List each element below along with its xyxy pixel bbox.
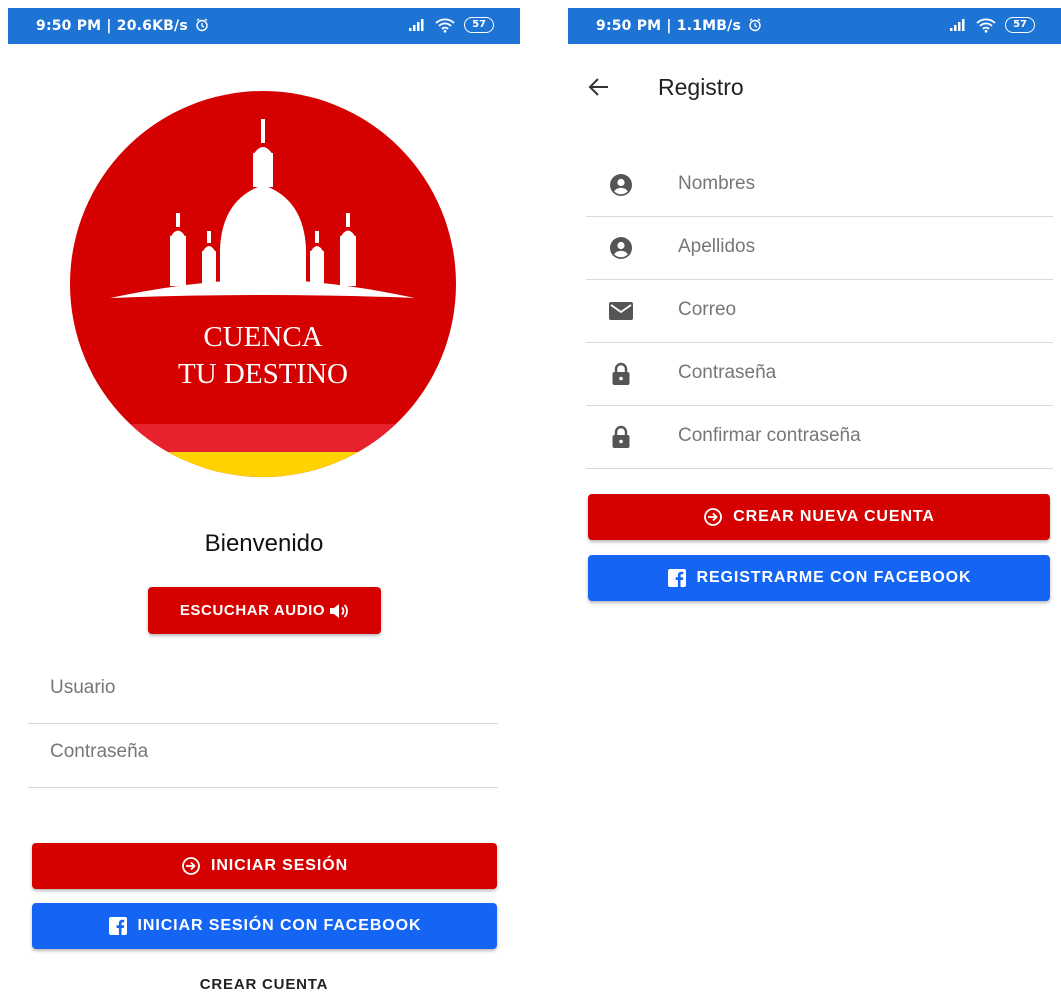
welcome-heading: Bienvenido — [204, 530, 324, 557]
facebook-icon — [667, 569, 686, 587]
register-screen: 9:50 PM | 1.1MB/s 57 Registro Nombres Ap… — [568, 0, 1061, 994]
speaker-icon — [330, 603, 349, 618]
password-field[interactable]: Contraseña — [586, 342, 1053, 406]
alarm-icon — [749, 18, 761, 32]
login-icon — [704, 508, 723, 526]
facebook-register-button[interactable]: REGISTRARME CON FACEBOOK — [588, 555, 1050, 601]
password-field[interactable]: Contraseña — [28, 723, 498, 788]
facebook-login-button[interactable]: INICIAR SESIÓN CON FACEBOOK — [32, 903, 497, 949]
signal-icon — [950, 19, 965, 31]
lock-icon — [608, 424, 634, 450]
login-button-label: INICIAR SESIÓN — [210, 857, 349, 874]
lock-icon — [608, 361, 634, 387]
status-time: 9:50 PM | 20.6KB/s — [36, 18, 209, 34]
cuenca-logo: CUENCA TU DESTINO — [70, 91, 456, 477]
back-arrow-icon[interactable] — [588, 76, 610, 98]
create-account-link[interactable]: CREAR CUENTA — [8, 976, 520, 993]
audio-button-label: ESCUCHAR AUDIO — [179, 602, 326, 619]
email-placeholder: Correo — [678, 299, 737, 320]
wifi-icon — [435, 18, 455, 33]
first-name-placeholder: Nombres — [678, 173, 756, 194]
login-screen: 9:50 PM | 20.6KB/s 57 CUENCA TU DESTINO … — [8, 0, 520, 994]
last-name-placeholder: Apellidos — [678, 236, 756, 257]
listen-audio-button[interactable]: ESCUCHAR AUDIO — [148, 587, 381, 634]
facebook-icon — [108, 917, 127, 935]
mail-icon — [608, 298, 634, 324]
first-name-field[interactable]: Nombres — [586, 153, 1053, 217]
username-placeholder: Usuario — [50, 677, 116, 698]
battery-indicator: 57 — [464, 17, 494, 33]
wifi-icon — [976, 18, 996, 33]
create-account-label: CREAR NUEVA CUENTA — [733, 508, 935, 525]
facebook-register-label: REGISTRARME CON FACEBOOK — [696, 569, 972, 586]
status-time: 9:50 PM | 1.1MB/s — [596, 18, 762, 34]
login-icon — [182, 857, 200, 875]
username-field[interactable]: Usuario — [28, 659, 498, 724]
logo-text-line2: TU DESTINO — [178, 358, 348, 390]
facebook-login-label: INICIAR SESIÓN CON FACEBOOK — [137, 917, 422, 934]
confirm-password-field[interactable]: Confirmar contraseña — [586, 405, 1053, 469]
battery-indicator: 57 — [1005, 17, 1035, 33]
page-title: Registro — [658, 74, 744, 100]
login-button[interactable]: INICIAR SESIÓN — [32, 843, 497, 889]
account-circle-icon — [608, 172, 634, 198]
confirm-password-placeholder: Confirmar contraseña — [678, 425, 861, 446]
status-bar: 9:50 PM | 20.6KB/s 57 — [8, 8, 520, 44]
password-placeholder: Contraseña — [50, 741, 149, 762]
account-circle-icon — [608, 235, 634, 261]
status-bar: 9:50 PM | 1.1MB/s 57 — [568, 8, 1061, 44]
create-account-button[interactable]: CREAR NUEVA CUENTA — [588, 494, 1050, 540]
logo-text-line1: CUENCA — [203, 321, 322, 353]
email-field[interactable]: Correo — [586, 279, 1053, 343]
alarm-icon — [196, 18, 208, 32]
signal-icon — [409, 19, 424, 31]
password-placeholder: Contraseña — [678, 362, 777, 383]
last-name-field[interactable]: Apellidos — [586, 216, 1053, 280]
